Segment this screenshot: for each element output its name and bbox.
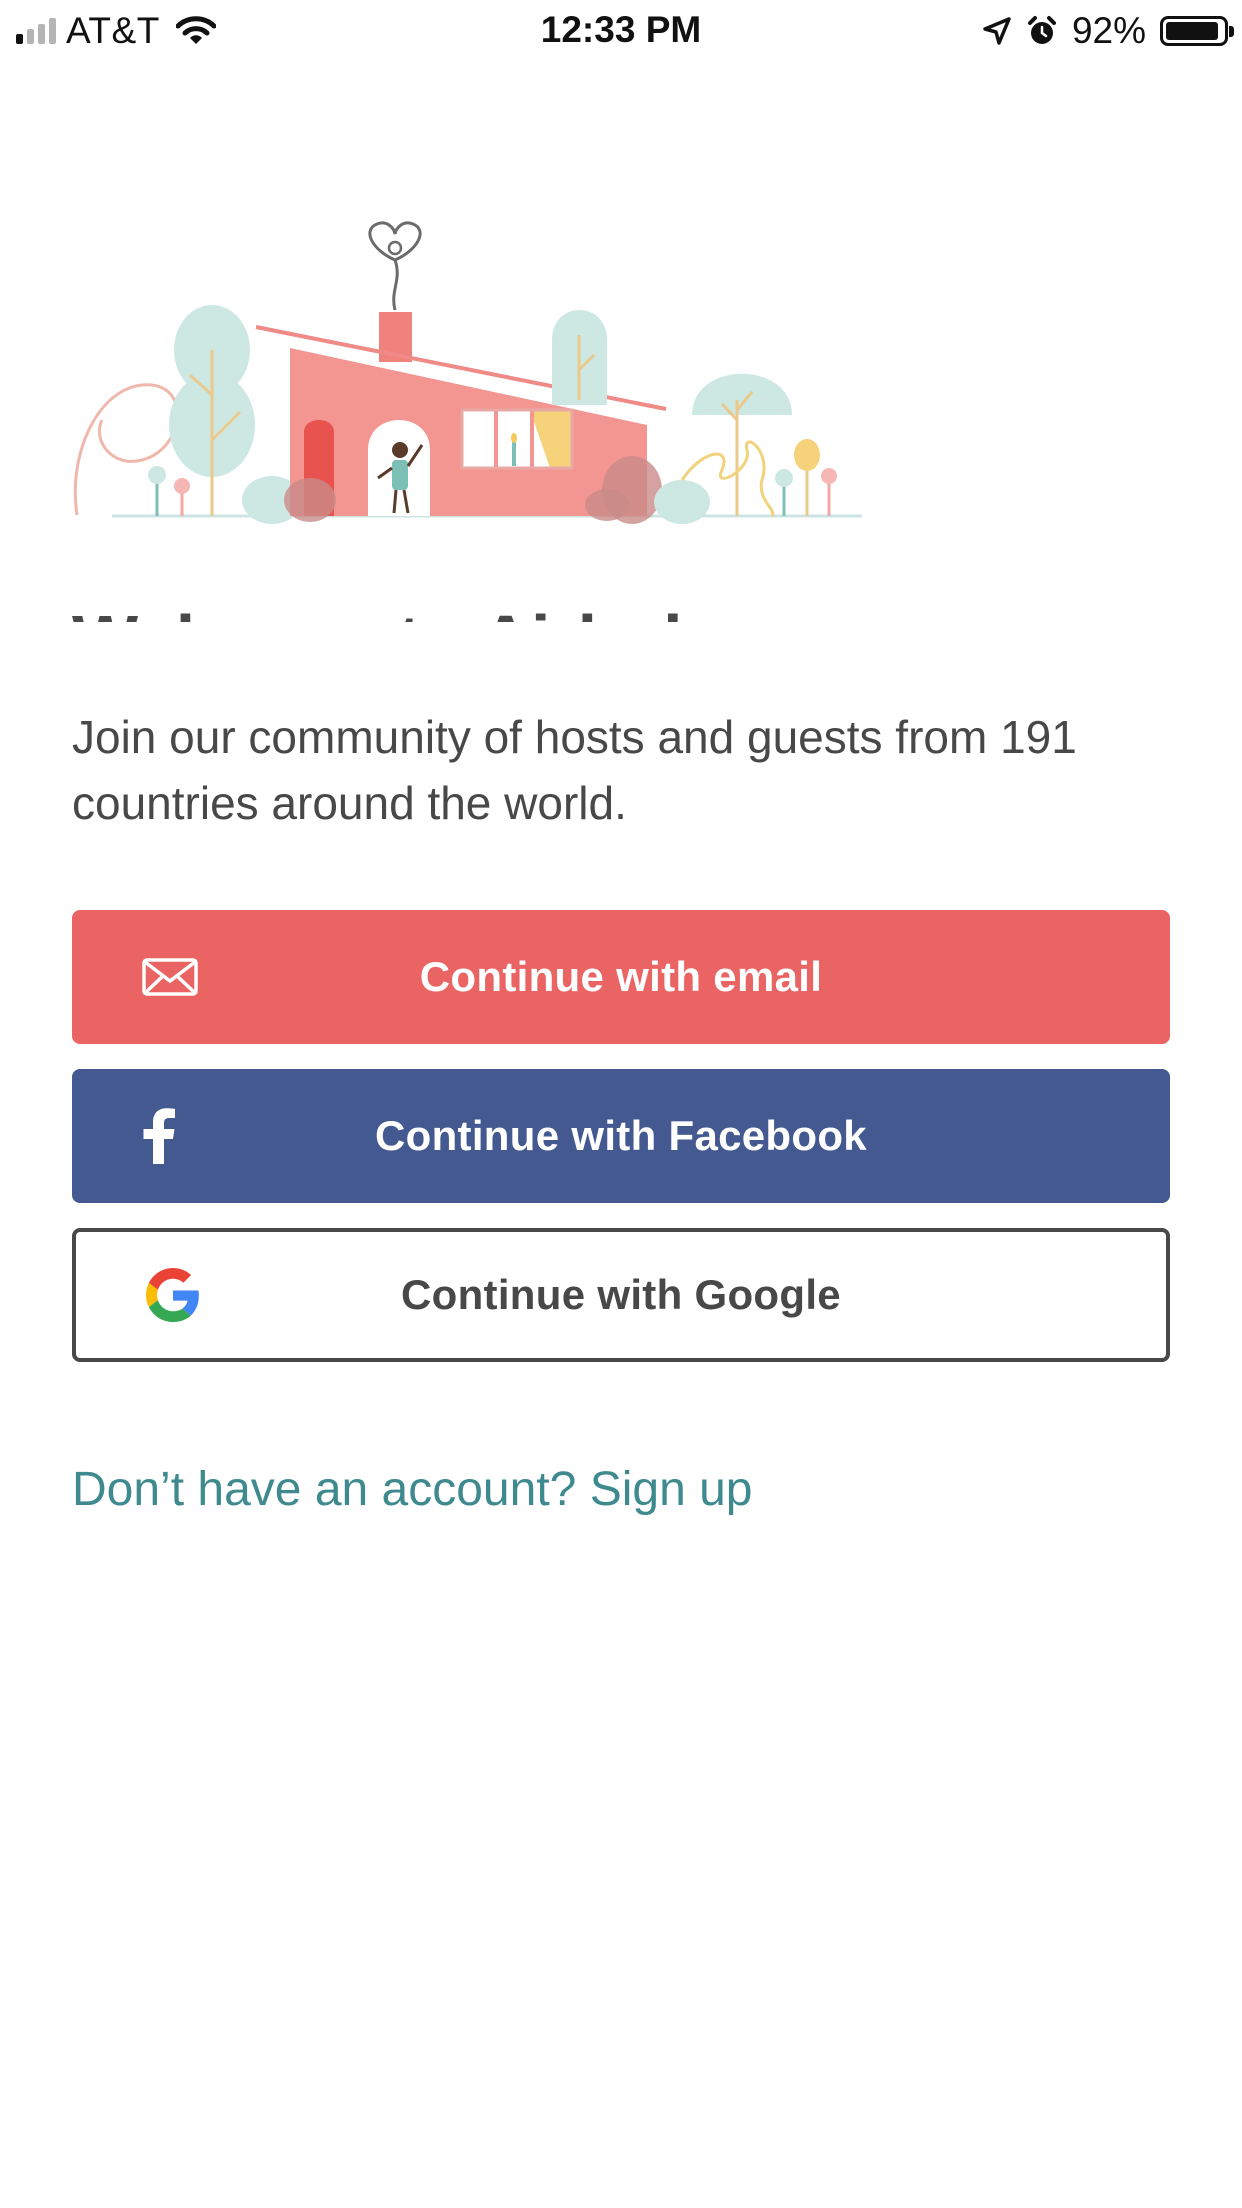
battery-level xyxy=(1166,22,1218,40)
continue-with-google-button[interactable]: Continue with Google xyxy=(72,1228,1170,1362)
location-arrow-icon xyxy=(983,17,1011,45)
welcome-subtitle: Join our community of hosts and guests f… xyxy=(72,711,1077,829)
continue-with-email-label: Continue with email xyxy=(419,953,823,1000)
continue-with-facebook-button[interactable]: Continue with Facebook xyxy=(72,1069,1170,1203)
battery-icon xyxy=(1160,16,1234,46)
envelope-icon xyxy=(142,958,198,996)
welcome-heading: Welcome to Airbnb xyxy=(72,600,706,622)
facebook-icon xyxy=(142,1108,176,1164)
welcome-heading-container: Welcome to Airbnb xyxy=(72,600,1172,622)
google-icon xyxy=(146,1268,200,1322)
house-illustration xyxy=(73,221,862,524)
status-bar: AT&T 12:33 PM 92% xyxy=(0,0,1242,62)
battery-percentage: 92% xyxy=(1071,10,1146,51)
alarm-icon xyxy=(1027,16,1056,44)
continue-with-google-label: Continue with Google xyxy=(401,1271,841,1318)
sign-up-link[interactable]: Don’t have an account? Sign up xyxy=(72,1462,752,1517)
status-bar-right: 92% xyxy=(982,10,1234,52)
continue-with-facebook-label: Continue with Facebook xyxy=(375,1112,867,1159)
continue-with-email-button[interactable]: Continue with email xyxy=(72,910,1170,1044)
